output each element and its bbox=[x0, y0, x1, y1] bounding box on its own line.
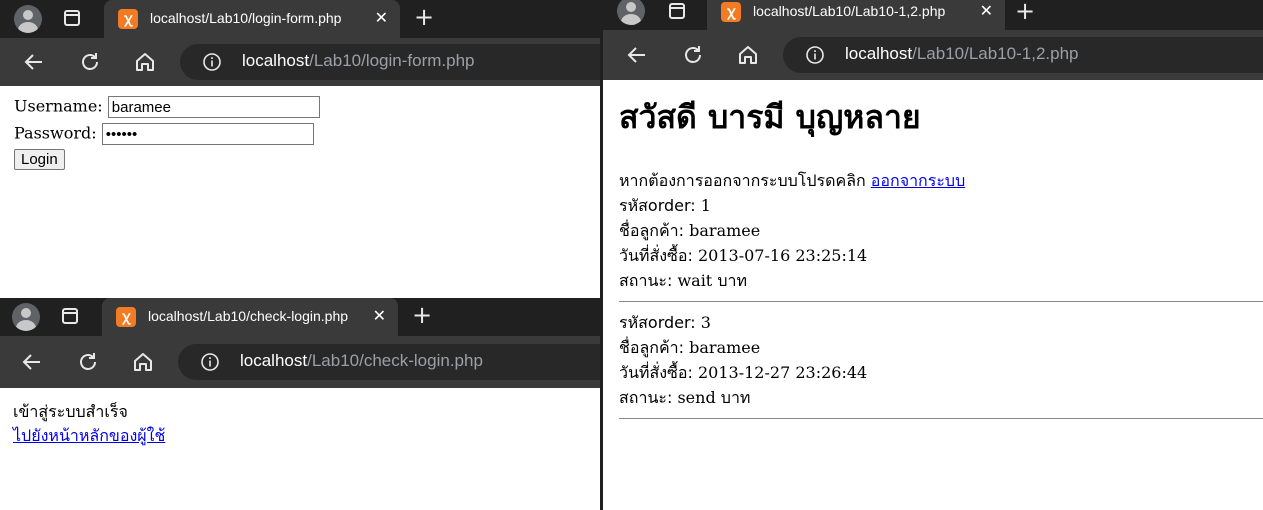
toolbar: localhost/Lab10/login-form.php bbox=[0, 38, 600, 86]
url-text: localhost/Lab10/check-login.php bbox=[240, 351, 483, 370]
xampp-favicon: ꭓ bbox=[721, 2, 741, 22]
status-value: wait bbox=[677, 271, 713, 290]
order-item: รหัสorder: 3 ชื่อลูกค้า: baramee วันที่ส… bbox=[619, 310, 1263, 419]
order-date-label: วันที่สั่งซื้อ: bbox=[619, 363, 693, 382]
close-icon[interactable]: ✕ bbox=[373, 306, 386, 325]
currency-label: บาท bbox=[720, 388, 751, 407]
tab-active[interactable]: ꭓ localhost/Lab10/Lab10-1,2.php ✕ bbox=[707, 0, 1005, 30]
user-home-link[interactable]: ไปยังหน้าหลักของผู้ใช้ bbox=[13, 426, 165, 445]
order-id-label: รหัสorder: bbox=[619, 196, 696, 215]
tab-title: localhost/Lab10/check-login.php bbox=[148, 308, 349, 324]
info-icon[interactable] bbox=[202, 52, 222, 72]
tab-actions-icon[interactable] bbox=[62, 308, 78, 324]
tab-strip: ꭓ localhost/Lab10/login-form.php ✕ + bbox=[0, 0, 600, 38]
toolbar: localhost/Lab10/Lab10-1,2.php bbox=[603, 30, 1263, 80]
order-id-value: 1 bbox=[700, 196, 711, 215]
back-icon[interactable] bbox=[20, 350, 44, 374]
browser-window-login-form: ꭓ localhost/Lab10/login-form.php ✕ + loc… bbox=[0, 0, 600, 298]
login-button[interactable]: Login bbox=[14, 149, 65, 170]
username-row: Username: bbox=[14, 96, 320, 118]
xampp-favicon: ꭓ bbox=[118, 9, 138, 29]
tab-actions-icon[interactable] bbox=[669, 3, 685, 19]
password-input[interactable] bbox=[101, 123, 314, 145]
order-divider bbox=[619, 301, 1263, 302]
url-text: localhost/Lab10/login-form.php bbox=[242, 51, 475, 70]
tab-actions-icon[interactable] bbox=[64, 10, 80, 26]
tab-active[interactable]: ꭓ localhost/Lab10/login-form.php ✕ bbox=[104, 0, 400, 38]
back-icon[interactable] bbox=[625, 43, 649, 67]
order-date-value: 2013-12-27 23:26:44 bbox=[698, 363, 868, 382]
tab-active[interactable]: ꭓ localhost/Lab10/check-login.php ✕ bbox=[102, 298, 398, 336]
order-item: รหัสorder: 1 ชื่อลูกค้า: baramee วันที่ส… bbox=[619, 193, 1263, 302]
page-content: สวัสดี บารมี บุญหลาย หากต้องการออกจากระบ… bbox=[607, 80, 1263, 510]
customer-value: baramee bbox=[689, 221, 761, 240]
logout-row: หากต้องการออกจากระบบโปรดคลิก ออกจากระบบ bbox=[619, 168, 1263, 193]
status-label: สถานะ: bbox=[619, 271, 673, 290]
order-id-value: 3 bbox=[700, 313, 711, 332]
customer-label: ชื่อลูกค้า: bbox=[619, 221, 685, 240]
reload-icon[interactable] bbox=[76, 350, 100, 374]
order-date-value: 2013-07-16 23:25:14 bbox=[698, 246, 868, 265]
page-content: Username: Password: Login bbox=[6, 86, 600, 298]
page-title: สวัสดี บารมี บุญหลาย bbox=[619, 98, 921, 136]
new-tab-icon[interactable]: + bbox=[412, 302, 432, 328]
order-area: หากต้องการออกจากระบบโปรดคลิก ออกจากระบบ … bbox=[619, 168, 1263, 427]
order-id-label: รหัสorder: bbox=[619, 313, 696, 332]
tab-title: localhost/Lab10/Lab10-1,2.php bbox=[753, 3, 946, 19]
status-value: send bbox=[677, 388, 716, 407]
currency-label: บาท bbox=[717, 271, 748, 290]
status-label: สถานะ: bbox=[619, 388, 673, 407]
reload-icon[interactable] bbox=[681, 43, 705, 67]
customer-value: baramee bbox=[689, 338, 761, 357]
password-row: Password: bbox=[14, 123, 314, 145]
username-label: Username: bbox=[14, 96, 103, 116]
customer-label: ชื่อลูกค้า: bbox=[619, 338, 685, 357]
xampp-favicon: ꭓ bbox=[116, 307, 136, 327]
home-icon[interactable] bbox=[133, 50, 157, 74]
logout-prompt: หากต้องการออกจากระบบโปรดคลิก bbox=[619, 171, 866, 190]
info-icon[interactable] bbox=[200, 352, 220, 372]
address-bar[interactable]: localhost/Lab10/login-form.php bbox=[180, 44, 600, 80]
avatar-icon[interactable] bbox=[14, 5, 42, 33]
back-icon[interactable] bbox=[22, 50, 46, 74]
username-input[interactable] bbox=[107, 96, 320, 118]
home-icon[interactable] bbox=[736, 43, 760, 67]
toolbar: localhost/Lab10/check-login.php bbox=[0, 336, 600, 388]
avatar-icon[interactable] bbox=[12, 303, 40, 331]
browser-window-check-login: ꭓ localhost/Lab10/check-login.php ✕ + lo… bbox=[0, 298, 600, 510]
tab-strip: ꭓ localhost/Lab10/check-login.php ✕ + bbox=[0, 298, 600, 336]
password-label: Password: bbox=[14, 123, 97, 143]
logout-link[interactable]: ออกจากระบบ bbox=[871, 171, 965, 190]
login-success-message: เข้าสู่ระบบสำเร็จ bbox=[13, 402, 128, 421]
reload-icon[interactable] bbox=[78, 50, 102, 74]
close-icon[interactable]: ✕ bbox=[375, 8, 388, 27]
order-divider bbox=[619, 418, 1263, 419]
home-icon[interactable] bbox=[131, 350, 155, 374]
new-tab-icon[interactable]: + bbox=[414, 4, 434, 30]
address-bar[interactable]: localhost/Lab10/Lab10-1,2.php bbox=[783, 37, 1263, 73]
browser-window-user-page: ꭓ localhost/Lab10/Lab10-1,2.php ✕ + loca… bbox=[603, 0, 1263, 510]
info-icon[interactable] bbox=[805, 45, 825, 65]
page-content: เข้าสู่ระบบสำเร็จ ไปยังหน้าหลักของผู้ใช้ bbox=[4, 388, 600, 510]
tab-title: localhost/Lab10/login-form.php bbox=[150, 10, 342, 26]
order-list: รหัสorder: 1 ชื่อลูกค้า: baramee วันที่ส… bbox=[619, 193, 1263, 419]
new-tab-icon[interactable]: + bbox=[1015, 0, 1035, 24]
order-date-label: วันที่สั่งซื้อ: bbox=[619, 246, 693, 265]
avatar-icon[interactable] bbox=[617, 0, 645, 25]
address-bar[interactable]: localhost/Lab10/check-login.php bbox=[178, 344, 600, 380]
url-text: localhost/Lab10/Lab10-1,2.php bbox=[845, 44, 1079, 63]
close-icon[interactable]: ✕ bbox=[980, 1, 993, 20]
